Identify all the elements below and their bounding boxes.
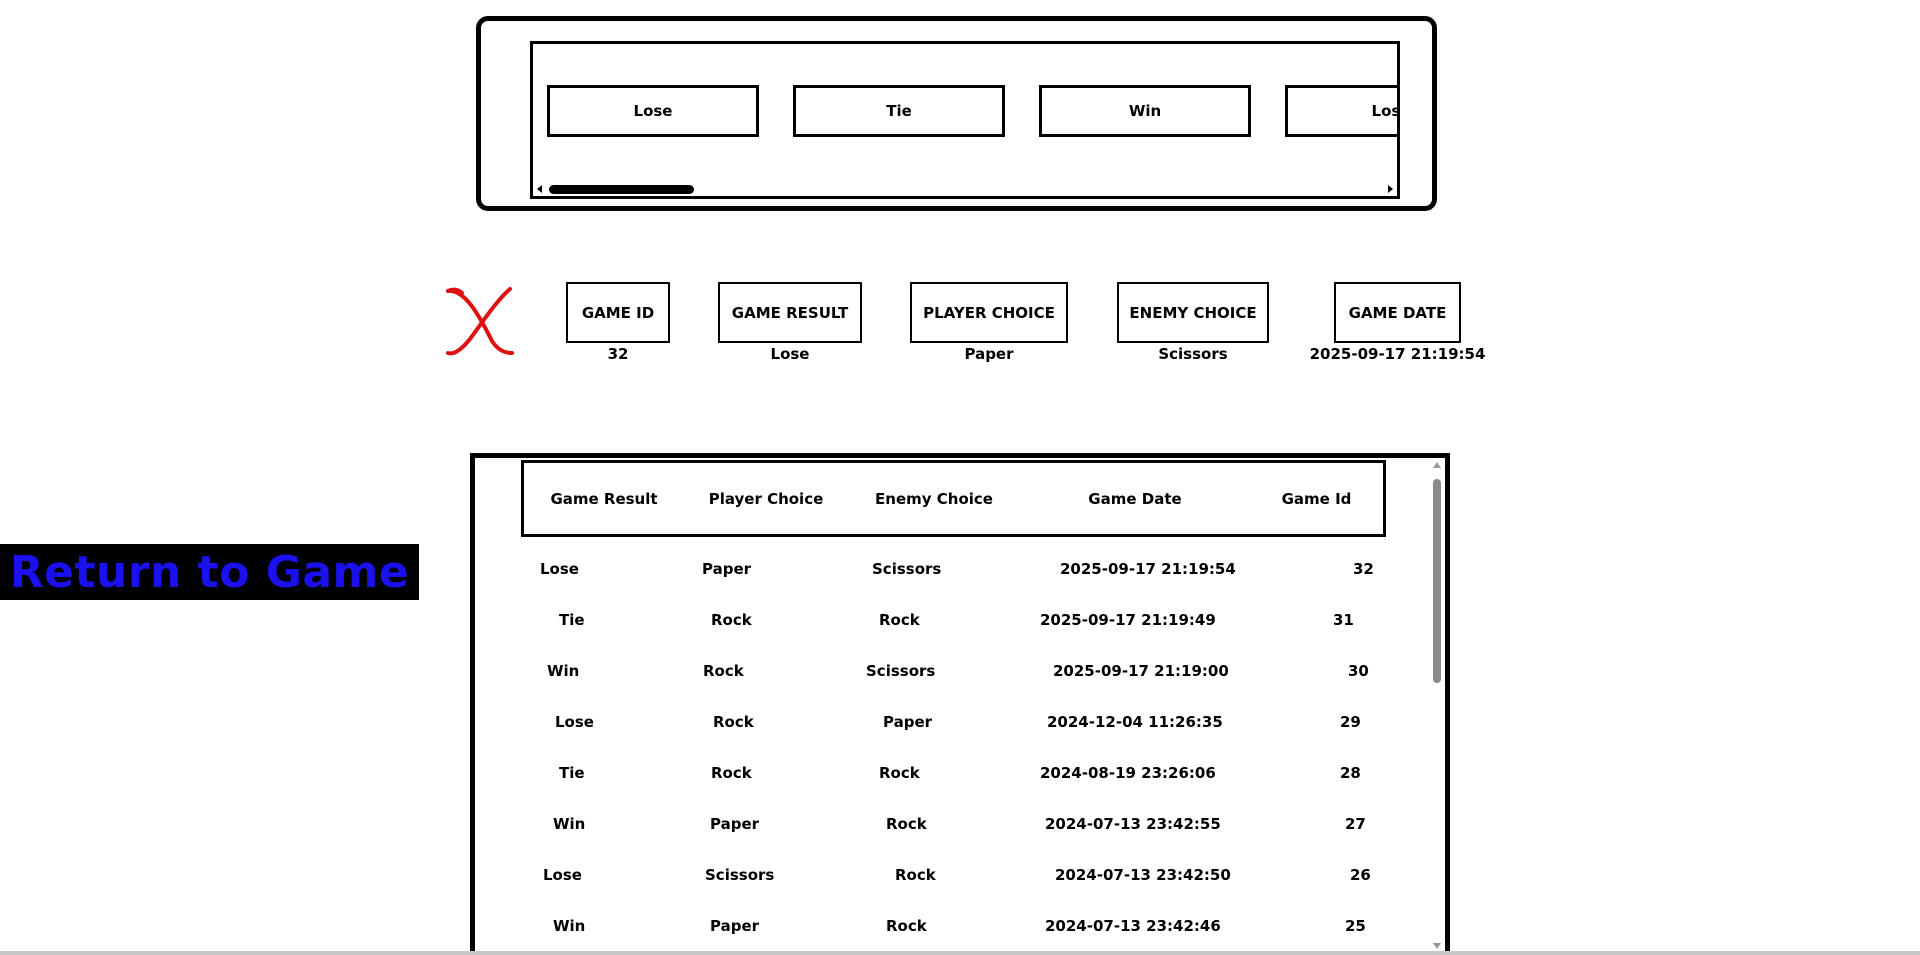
column-header-game-id[interactable]: Game Id [1250, 463, 1383, 534]
detail-game-date: GAME DATE 2025-09-17 21:19:54 [1310, 282, 1485, 363]
table-row[interactable]: Lose Scissors Rock 2024-07-13 23:42:50 26 [475, 849, 1415, 900]
cell-game-date: 2024-12-04 11:26:35 [1047, 712, 1223, 731]
cell-game-id: 32 [1353, 559, 1374, 578]
detail-header-player-choice: PLAYER CHOICE [910, 282, 1068, 343]
table-row[interactable]: Lose Paper Scissors 2025-09-17 21:19:54 32 [475, 543, 1415, 594]
cell-game-date: 2024-08-19 23:26:06 [1040, 763, 1216, 782]
cell-enemy-choice: Rock [879, 610, 920, 629]
cell-game-date: 2025-09-17 21:19:49 [1040, 610, 1216, 629]
column-header-game-result[interactable]: Game Result [524, 463, 684, 534]
result-card[interactable]: Tie [793, 85, 1005, 137]
detail-value-game-result: Lose [770, 345, 810, 363]
cell-game-result: Win [553, 814, 586, 833]
cell-game-id: 27 [1345, 814, 1366, 833]
match-history-table[interactable]: Game Result Player Choice Enemy Choice G… [470, 453, 1450, 955]
match-history-screen: Lose Tie Win Lose GAME ID 32 GAME RESULT… [0, 0, 1920, 955]
column-header-enemy-choice[interactable]: Enemy Choice [848, 463, 1020, 534]
cell-enemy-choice: Paper [883, 712, 933, 731]
cell-game-date: 2024-07-13 23:42:55 [1045, 814, 1221, 833]
cell-game-id: 25 [1345, 916, 1366, 935]
detail-header-enemy-choice: ENEMY CHOICE [1117, 282, 1269, 343]
cell-game-result: Win [547, 661, 580, 680]
cell-player-choice: Rock [713, 712, 754, 731]
vertical-scrollbar[interactable] [1429, 458, 1445, 955]
cell-game-result: Tie [559, 763, 585, 782]
scroll-up-arrow-icon[interactable] [1433, 462, 1441, 468]
cell-game-date: 2024-07-13 23:42:50 [1055, 865, 1231, 884]
close-icon[interactable] [442, 283, 516, 357]
detail-value-enemy-choice: Scissors [1158, 345, 1228, 363]
detail-game-id: GAME ID 32 [566, 282, 670, 363]
cell-player-choice: Rock [703, 661, 744, 680]
result-card[interactable]: Win [1039, 85, 1251, 137]
recent-results-carousel: Lose Tie Win Lose [476, 16, 1437, 211]
detail-header-game-date: GAME DATE [1334, 282, 1461, 343]
cell-enemy-choice: Rock [886, 916, 927, 935]
table-row[interactable]: Tie Rock Rock 2025-09-17 21:19:49 31 [475, 594, 1415, 645]
vertical-scroll-thumb[interactable] [1433, 479, 1441, 683]
horizontal-scroll-thumb[interactable] [549, 185, 694, 194]
column-header-game-date[interactable]: Game Date [1020, 463, 1250, 534]
result-card[interactable]: Lose [1285, 85, 1397, 137]
cell-game-id: 30 [1348, 661, 1369, 680]
cell-game-date: 2024-07-13 23:42:46 [1045, 916, 1221, 935]
scroll-down-arrow-icon[interactable] [1433, 943, 1441, 949]
table-row[interactable]: Lose Rock Paper 2024-12-04 11:26:35 29 [475, 696, 1415, 747]
cell-player-choice: Paper [702, 559, 752, 578]
table-row[interactable]: Win Rock Scissors 2025-09-17 21:19:00 30 [475, 645, 1415, 696]
carousel-track: Lose Tie Win Lose [547, 85, 1397, 137]
detail-header-game-id: GAME ID [566, 282, 670, 343]
detail-value-player-choice: Paper [964, 345, 1014, 363]
bottom-divider [0, 951, 1920, 955]
cell-player-choice: Paper [710, 814, 760, 833]
return-to-game-button[interactable]: Return to Game [0, 544, 419, 600]
column-header-player-choice[interactable]: Player Choice [684, 463, 848, 534]
detail-game-result: GAME RESULT Lose [718, 282, 862, 363]
table-header: Game Result Player Choice Enemy Choice G… [521, 460, 1386, 537]
cell-player-choice: Rock [711, 763, 752, 782]
detail-header-game-result: GAME RESULT [718, 282, 862, 343]
detail-value-game-id: 32 [607, 345, 629, 363]
carousel-viewport[interactable]: Lose Tie Win Lose [530, 41, 1400, 199]
detail-value-game-date: 2025-09-17 21:19:54 [1309, 345, 1486, 363]
cell-player-choice: Rock [711, 610, 752, 629]
cell-player-choice: Scissors [705, 865, 775, 884]
cell-enemy-choice: Scissors [872, 559, 942, 578]
scroll-left-arrow-icon[interactable] [537, 185, 542, 193]
detail-player-choice: PLAYER CHOICE Paper [910, 282, 1068, 363]
cell-game-id: 28 [1340, 763, 1361, 782]
cell-player-choice: Paper [710, 916, 760, 935]
cell-game-result: Lose [543, 865, 582, 884]
result-card[interactable]: Lose [547, 85, 759, 137]
cell-game-result: Lose [540, 559, 579, 578]
table-row[interactable]: Win Paper Rock 2024-07-13 23:42:46 25 [475, 900, 1415, 951]
table-row[interactable]: Win Paper Rock 2024-07-13 23:42:55 27 [475, 798, 1415, 849]
cell-game-id: 29 [1340, 712, 1361, 731]
detail-enemy-choice: ENEMY CHOICE Scissors [1117, 282, 1269, 363]
horizontal-scrollbar[interactable] [533, 182, 1397, 196]
scroll-right-arrow-icon[interactable] [1388, 185, 1393, 193]
cell-game-date: 2025-09-17 21:19:00 [1053, 661, 1229, 680]
cell-game-id: 26 [1350, 865, 1371, 884]
cell-game-date: 2025-09-17 21:19:54 [1060, 559, 1236, 578]
cell-game-result: Tie [559, 610, 585, 629]
cell-enemy-choice: Rock [879, 763, 920, 782]
cell-game-result: Win [553, 916, 586, 935]
table-row[interactable]: Tie Rock Rock 2024-08-19 23:26:06 28 [475, 747, 1415, 798]
cell-enemy-choice: Rock [895, 865, 936, 884]
cell-game-id: 31 [1333, 610, 1354, 629]
cell-game-result: Lose [555, 712, 594, 731]
cell-enemy-choice: Scissors [866, 661, 936, 680]
cell-enemy-choice: Rock [886, 814, 927, 833]
